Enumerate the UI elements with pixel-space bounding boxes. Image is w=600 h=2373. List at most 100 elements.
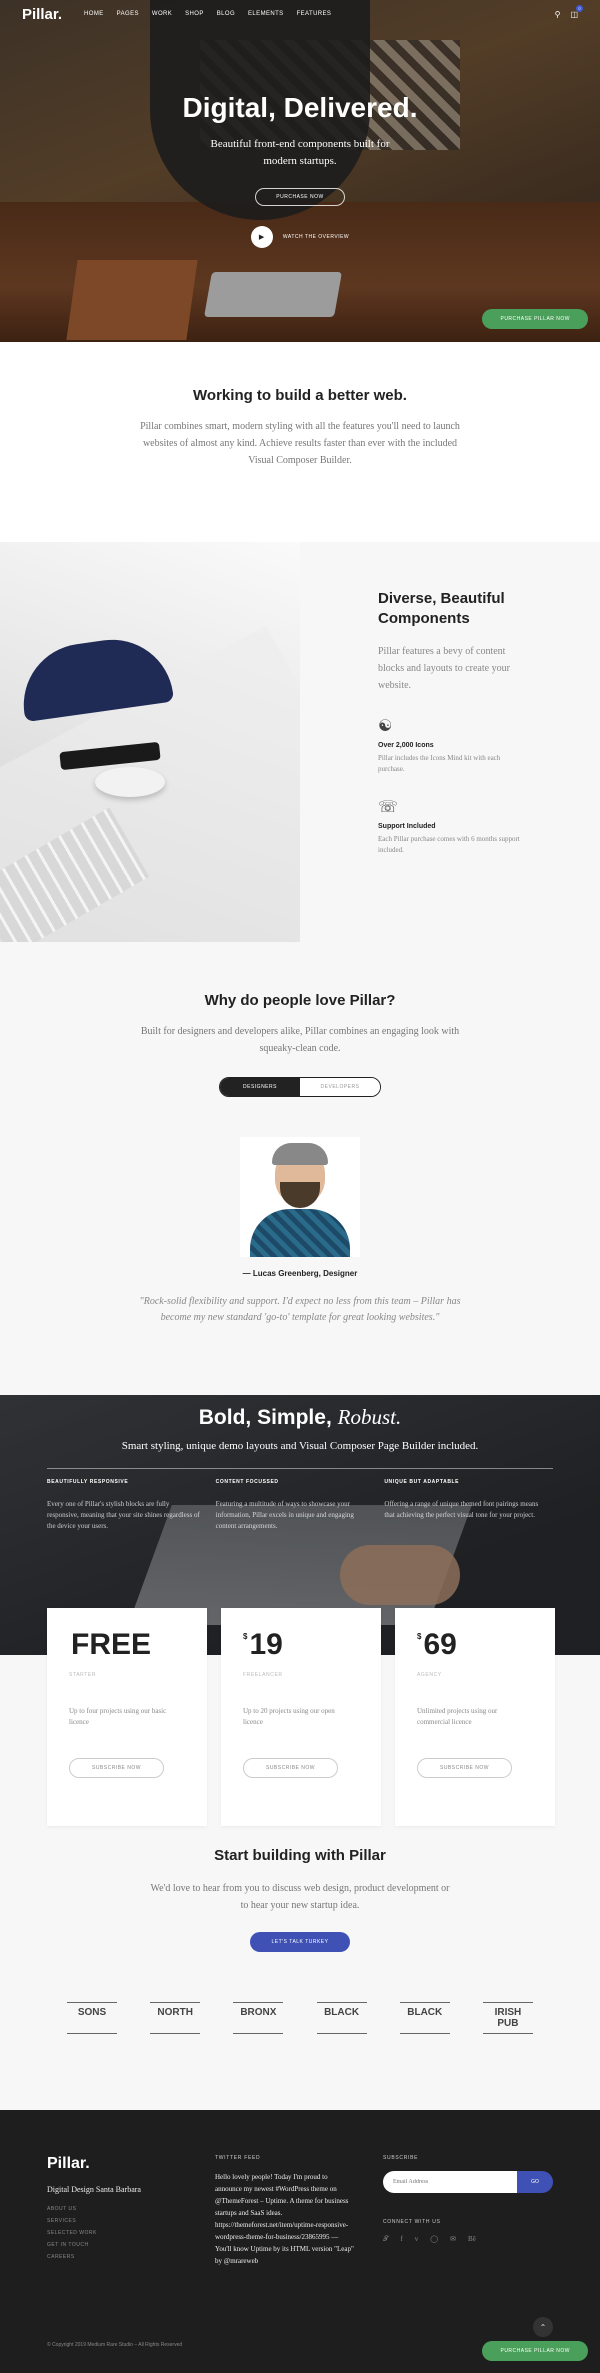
client-logo: NORTH (150, 2002, 201, 2034)
value-title: CONTENT FOCUSSED (215, 1479, 279, 1485)
avatar-beard (280, 1182, 320, 1208)
nav-link-pages[interactable]: PAGES (117, 11, 139, 17)
cta-section: Start building with Pillar We'd love to … (0, 1827, 600, 2110)
connect-heading: CONNECT WITH US (383, 2219, 441, 2225)
footer-link-contact[interactable]: GET IN TOUCH (47, 2242, 215, 2248)
nav-link-home[interactable]: HOME (84, 11, 104, 17)
price-value: 69 (423, 1628, 457, 1661)
social-links: 𝓣 f v ◯ ✉ Bē (383, 2235, 553, 2244)
intro-title: Working to build a better web. (193, 387, 407, 404)
pricing-divider (47, 1468, 553, 1469)
price: FREE (69, 1628, 207, 1662)
footer-columns: Pillar. Digital Design Santa Barbara ABO… (47, 2155, 553, 2267)
pricing-title-main: Bold, Simple, (198, 1406, 332, 1429)
nav-link-work[interactable]: WORK (152, 11, 172, 17)
tier-name: STARTER (69, 1672, 97, 1678)
tier-description: Unlimited projects using our commercial … (417, 1707, 498, 1726)
vimeo-icon[interactable]: v (415, 2235, 419, 2244)
client-logo: BLACK (316, 2002, 367, 2034)
testimonial-quote: "Rock-solid flexibility and support. I'd… (139, 1296, 461, 1323)
feature-name: Support Included (378, 823, 436, 830)
tab-developers[interactable]: DEVELOPERS (300, 1078, 380, 1096)
price: $19 (243, 1628, 381, 1662)
footer-logo[interactable]: Pillar. (47, 2155, 215, 2173)
features-section: Diverse, Beautiful Components Pillar fea… (0, 542, 600, 942)
lets-talk-button[interactable]: LET'S TALK TURKEY (250, 1932, 350, 1952)
tier-name: FREELANCER (243, 1672, 283, 1678)
pricing-header: Bold, Simple, Robust. Smart styling, uni… (0, 1395, 600, 1452)
pricing-title-italic: Robust. (337, 1405, 402, 1429)
purchase-now-button[interactable]: PURCHASE NOW (255, 188, 345, 206)
behance-icon[interactable]: Bē (468, 2235, 476, 2244)
price: $69 (417, 1628, 555, 1662)
twitter-icon[interactable]: 𝓣 (383, 2235, 388, 2244)
email-icon[interactable]: ✉ (450, 2235, 456, 2244)
watch-overview-button[interactable]: ▶ WATCH THE OVERVIEW (250, 226, 350, 248)
sticky-purchase-button[interactable]: PURCHASE PILLAR NOW (482, 309, 588, 329)
nav-link-features[interactable]: FEATURES (297, 11, 332, 17)
client-logo: IRISH PUB (482, 2002, 533, 2034)
email-field[interactable] (383, 2171, 517, 2193)
footer-link-work[interactable]: SELECTED WORK (47, 2230, 215, 2236)
value-column: CONTENT FOCUSSED Featuring a multitude o… (216, 1479, 385, 1532)
features-lead: Pillar features a bevy of content blocks… (378, 646, 510, 691)
avatar-cap (272, 1143, 328, 1165)
client-logo: SONS (67, 2002, 117, 2034)
nav-link-shop[interactable]: SHOP (185, 11, 204, 17)
client-logo: BRONX (233, 2002, 284, 2034)
feature-item: ☯ Over 2,000 Icons Pillar includes the I… (378, 716, 600, 775)
nav-link-blog[interactable]: BLOG (217, 11, 235, 17)
feature-desc: Each Pillar purchase comes with 6 months… (378, 835, 520, 854)
currency-symbol: $ (417, 1632, 422, 1641)
tab-designers[interactable]: DESIGNERS (220, 1078, 300, 1096)
footer-tagline: Digital Design Santa Barbara (47, 2185, 141, 2194)
mind-icon: ☯ (378, 718, 393, 735)
avatar-shirt (250, 1209, 350, 1257)
testimonial-author: — Lucas Greenberg, Designer (242, 1269, 358, 1278)
back-to-top-icon[interactable]: ⌃ (533, 2317, 553, 2337)
currency-symbol: $ (243, 1632, 248, 1641)
tier-description: Up to four projects using our basic lice… (69, 1707, 167, 1726)
nav-links: HOME PAGES WORK SHOP BLOG ELEMENTS FEATU… (84, 11, 331, 17)
facebook-icon[interactable]: f (400, 2235, 402, 2244)
value-columns: BEAUTIFULLY RESPONSIVE Every one of Pill… (0, 1479, 600, 1532)
client-logo: BLACK (399, 2002, 450, 2034)
twitter-feed-heading: TWITTER FEED (215, 2155, 261, 2161)
testimonial-lead: Built for designers and developers alike… (140, 1026, 460, 1054)
site-footer: Pillar. Digital Design Santa Barbara ABO… (0, 2110, 600, 2373)
value-text: Offering a range of unique themed font p… (384, 1500, 539, 1519)
subscribe-button[interactable]: SUBSCRIBE NOW (69, 1758, 164, 1778)
cart-icon[interactable]: ◫ 0 (570, 4, 583, 19)
watch-overview-label: WATCH THE OVERVIEW (282, 234, 350, 240)
subscribe-form: GO (383, 2171, 553, 2193)
pricing-card-freelancer: $19 FREELANCER Up to 20 projects using o… (221, 1608, 381, 1826)
top-navigation: Pillar. HOME PAGES WORK SHOP BLOG ELEMEN… (0, 0, 600, 28)
workspace-image (0, 542, 300, 942)
price-value: 19 (249, 1628, 283, 1661)
footer-twitter: TWITTER FEED Hello lovely people! Today … (215, 2155, 383, 2267)
feature-desc: Pillar includes the Icons Mind kit with … (378, 754, 501, 773)
features-text: Diverse, Beautiful Components Pillar fea… (300, 542, 600, 942)
mouse-image (95, 767, 165, 797)
site-logo[interactable]: Pillar. (22, 6, 62, 23)
footer-about: Pillar. Digital Design Santa Barbara ABO… (47, 2155, 215, 2267)
subscribe-button[interactable]: SUBSCRIBE NOW (417, 1758, 512, 1778)
footer-link-about[interactable]: ABOUT US (47, 2206, 215, 2212)
footer-subscribe: SUBSCRIBE GO CONNECT WITH US 𝓣 f v ◯ ✉ B… (383, 2155, 553, 2267)
sticky-purchase-button-footer[interactable]: PURCHASE PILLAR NOW (482, 2341, 588, 2361)
subscribe-go-button[interactable]: GO (517, 2171, 553, 2193)
subscribe-button[interactable]: SUBSCRIBE NOW (243, 1758, 338, 1778)
footer-link-services[interactable]: SERVICES (47, 2218, 215, 2224)
subscribe-heading: SUBSCRIBE (383, 2155, 419, 2161)
hero-subtitle: Beautiful front-end components built for… (210, 138, 390, 167)
hero-title: Digital, Delivered. (182, 92, 418, 123)
feature-name: Over 2,000 Icons (378, 742, 434, 749)
instagram-icon[interactable]: ◯ (430, 2235, 438, 2244)
search-icon[interactable]: ⚲ (555, 10, 561, 19)
intro-section: Working to build a better web. Pillar co… (0, 342, 600, 542)
nav-link-elements[interactable]: ELEMENTS (248, 11, 284, 17)
cta-text: We'd love to hear from you to discuss we… (150, 1883, 450, 1911)
footer-link-careers[interactable]: CAREERS (47, 2254, 215, 2260)
tier-name: AGENCY (417, 1672, 442, 1678)
audience-tabs: DESIGNERS DEVELOPERS (219, 1077, 381, 1097)
